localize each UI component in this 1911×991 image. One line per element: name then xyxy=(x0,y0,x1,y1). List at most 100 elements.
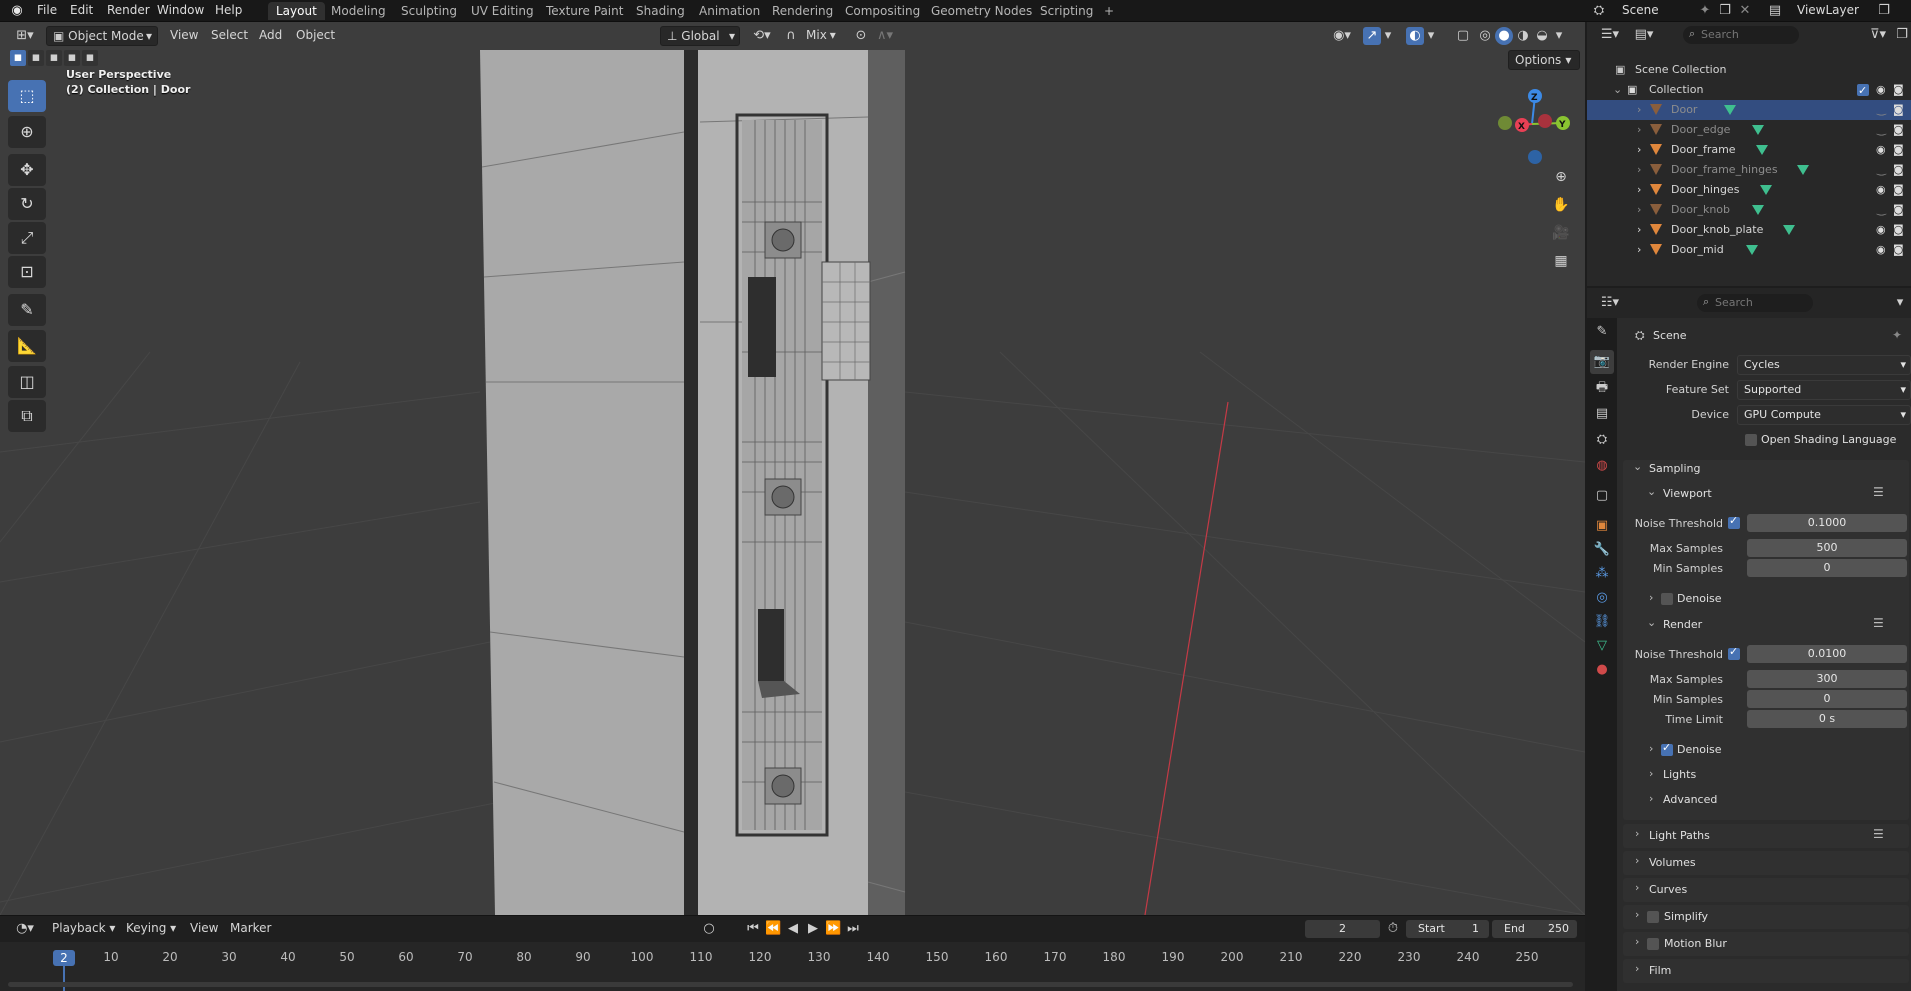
new-view-layer-icon[interactable]: ❐ xyxy=(1875,2,1893,20)
ortho-grid-icon[interactable]: ▦ xyxy=(1550,252,1572,270)
3d-viewport[interactable]: ⊞▾ ▣ Object Mode ▾ View Select Add Object… xyxy=(0,22,1585,915)
pin-icon[interactable]: ✦ xyxy=(1892,328,1902,342)
outliner-item-door-edge[interactable]: › Door_edge ‿ ◙ xyxy=(1587,120,1911,140)
render-min-samples-field[interactable]: 0 xyxy=(1747,690,1907,708)
transform-orientation-dropdown[interactable]: ⊥ Global ▾ xyxy=(660,26,740,46)
select-new-icon[interactable]: ▪ xyxy=(10,50,26,66)
eye-icon[interactable]: ◉ xyxy=(1876,140,1886,160)
pin-icon[interactable]: ✦ xyxy=(1697,2,1713,20)
render-subpanel-header[interactable]: Render xyxy=(1663,618,1702,631)
solid-shading-icon[interactable]: ● xyxy=(1495,27,1513,45)
delete-scene-icon[interactable]: ✕ xyxy=(1737,2,1753,20)
properties-search-input[interactable] xyxy=(1715,295,1805,310)
light-paths-header[interactable]: Light Paths xyxy=(1649,829,1710,842)
viewport-noise-threshold-checkbox[interactable] xyxy=(1728,514,1740,529)
render-max-samples-field[interactable]: 300 xyxy=(1747,670,1907,688)
camera-icon[interactable]: ◙ xyxy=(1893,100,1904,120)
chevron-right-icon[interactable]: › xyxy=(1649,591,1653,604)
auto-keying-icon[interactable]: ○ xyxy=(700,920,718,938)
menu-edit[interactable]: Edit xyxy=(70,3,93,17)
timeline-scrollbar[interactable] xyxy=(8,982,1573,987)
viewport-denoise-checkbox[interactable] xyxy=(1661,593,1673,605)
camera-icon[interactable]: ◙ xyxy=(1893,160,1904,180)
camera-icon[interactable]: ◙ xyxy=(1893,220,1904,240)
eye-hidden-icon[interactable]: ‿ xyxy=(1877,120,1886,140)
visibility-icon[interactable]: ◉▾ xyxy=(1328,27,1356,45)
device-dropdown[interactable]: GPU Compute ▾ xyxy=(1737,405,1911,425)
time-limit-field[interactable]: 0 s xyxy=(1747,710,1907,728)
object-mode-dropdown[interactable]: ▣ Object Mode ▾ xyxy=(46,26,158,46)
editor-type-icon[interactable]: ☰▾ xyxy=(1597,26,1623,44)
render-tab-icon[interactable]: 📷 xyxy=(1590,350,1614,374)
chevron-down-icon[interactable]: ⌄ xyxy=(1647,616,1656,629)
shading-dropdown-icon[interactable]: ▾ xyxy=(1553,27,1565,45)
new-collection-icon[interactable]: ❐ xyxy=(1893,26,1911,44)
advanced-subpanel-header[interactable]: Advanced xyxy=(1663,793,1717,806)
camera-icon[interactable]: ◙ xyxy=(1893,200,1904,220)
gizmo-toggle-icon[interactable]: ↗ xyxy=(1363,27,1381,45)
outliner-item-door-knob-plate[interactable]: › Door_knob_plate ◉ ◙ xyxy=(1587,220,1911,240)
viewport-scene[interactable] xyxy=(0,22,1585,915)
outliner-item-door-frame-hinges[interactable]: › Door_frame_hinges ‿ ◙ xyxy=(1587,160,1911,180)
modifier-tab-icon[interactable]: 🔧 xyxy=(1590,538,1614,562)
options-dropdown[interactable]: Options ▾ xyxy=(1508,50,1580,70)
menu-help[interactable]: Help xyxy=(215,3,242,17)
camera-icon[interactable]: ◙ xyxy=(1893,180,1904,200)
scene-tab-icon[interactable]: ⛭ xyxy=(1590,428,1614,452)
osl-checkbox[interactable] xyxy=(1745,434,1757,446)
eye-icon[interactable]: ◉ xyxy=(1876,80,1886,100)
pivot-icon[interactable]: ⟲▾ xyxy=(748,27,776,45)
material-shading-icon[interactable]: ◑ xyxy=(1514,27,1532,45)
outliner-scene-collection[interactable]: ▣ Scene Collection xyxy=(1587,60,1911,80)
outliner-item-door[interactable]: › Door ‿ ◙ xyxy=(1587,100,1911,120)
outliner-item-door-hinges[interactable]: › Door_hinges ◉ ◙ xyxy=(1587,180,1911,200)
particles-tab-icon[interactable]: ⁂ xyxy=(1590,562,1614,586)
editor-type-icon[interactable]: ⊞▾ xyxy=(12,27,38,45)
volumes-header[interactable]: Volumes xyxy=(1649,856,1696,869)
tab-sculpting[interactable]: Sculpting xyxy=(393,2,465,20)
tab-animation[interactable]: Animation xyxy=(691,2,768,20)
falloff-icon[interactable]: ∧▾ xyxy=(872,27,898,45)
xray-icon[interactable]: ▢ xyxy=(1454,27,1472,45)
material-tab-icon[interactable]: ● xyxy=(1590,658,1614,682)
viewport-menu-object[interactable]: Object xyxy=(290,26,341,46)
measure-tool-icon[interactable]: 📐 xyxy=(8,330,46,362)
physics-tab-icon[interactable]: ◎ xyxy=(1590,586,1614,610)
viewport-noise-threshold-field[interactable]: 0.1000 xyxy=(1747,514,1907,532)
menu-window[interactable]: Window xyxy=(157,3,204,17)
properties-search[interactable]: ⌕ xyxy=(1697,294,1813,312)
add-mesh-tool-icon[interactable]: ⧉ xyxy=(8,400,46,432)
collection-include-checkbox[interactable] xyxy=(1857,81,1869,101)
world-tab-icon[interactable]: ◍ xyxy=(1590,454,1614,478)
render-engine-dropdown[interactable]: Cycles ▾ xyxy=(1737,355,1911,375)
wireframe-shading-icon[interactable]: ◎ xyxy=(1476,27,1494,45)
tab-shading[interactable]: Shading xyxy=(628,2,693,20)
camera-icon[interactable]: ◙ xyxy=(1893,240,1904,260)
lights-subpanel-header[interactable]: Lights xyxy=(1663,768,1696,781)
chevron-down-icon[interactable]: ⌄ xyxy=(1633,460,1642,473)
lock-plate[interactable] xyxy=(735,113,829,837)
add-workspace-button[interactable]: + xyxy=(1096,2,1122,20)
add-cube-tool-icon[interactable]: ◫ xyxy=(8,366,46,398)
select-intersect-icon[interactable]: ▪ xyxy=(82,50,98,66)
film-header[interactable]: Film xyxy=(1649,964,1671,977)
start-frame-field[interactable]: Start 1 xyxy=(1406,920,1489,938)
viewport-min-samples-field[interactable]: 0 xyxy=(1747,559,1907,577)
menu-render[interactable]: Render xyxy=(107,3,150,17)
next-keyframe-icon[interactable]: ⏩ xyxy=(825,920,841,938)
timeline-menu-view[interactable]: View xyxy=(184,919,224,939)
tab-modeling[interactable]: Modeling xyxy=(323,2,394,20)
object-tab-icon[interactable]: ▣ xyxy=(1590,514,1614,538)
view-layer-tab-icon[interactable]: ▤ xyxy=(1590,402,1614,426)
eye-hidden-icon[interactable]: ‿ xyxy=(1877,100,1886,120)
cursor-tool-icon[interactable]: ⊕ xyxy=(8,116,46,148)
chevron-down-icon[interactable]: ▾ xyxy=(1893,294,1907,312)
eye-icon[interactable]: ◉ xyxy=(1876,220,1886,240)
tool-tab-icon[interactable]: ✎ xyxy=(1590,320,1614,344)
timeline-menu-marker[interactable]: Marker xyxy=(224,919,277,939)
motion-blur-header[interactable]: Motion Blur xyxy=(1664,937,1727,950)
tab-uv-editing[interactable]: UV Editing xyxy=(463,2,542,20)
rendered-shading-icon[interactable]: ◒ xyxy=(1533,27,1551,45)
render-noise-threshold-checkbox[interactable] xyxy=(1728,645,1740,660)
zoom-icon[interactable]: ⊕ xyxy=(1550,168,1572,186)
